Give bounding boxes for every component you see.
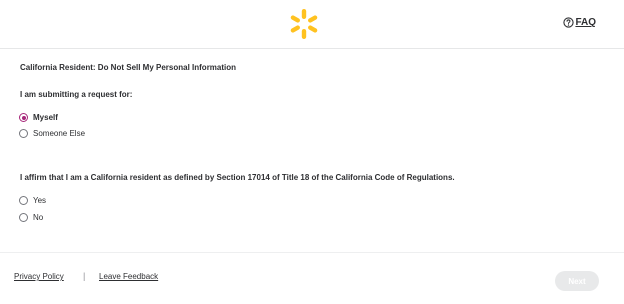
radio-button-someone-else[interactable]: [19, 129, 28, 138]
footer-separator: |: [83, 271, 86, 281]
faq-label: FAQ: [575, 17, 596, 28]
faq-link[interactable]: FAQ: [563, 17, 596, 28]
privacy-policy-link[interactable]: Privacy Policy: [14, 272, 64, 281]
radio-option-someone-else[interactable]: Someone Else: [19, 129, 85, 138]
radio-button-no[interactable]: [19, 213, 28, 222]
radio-button-yes[interactable]: [19, 196, 28, 205]
radio-button-myself[interactable]: [19, 113, 28, 122]
leave-feedback-link[interactable]: Leave Feedback: [99, 272, 158, 281]
page-title: California Resident: Do Not Sell My Pers…: [20, 63, 237, 72]
radio-option-yes[interactable]: Yes: [19, 196, 46, 205]
radio-label-no: No: [33, 213, 44, 222]
affirm-question: I affirm that I am a California resident…: [20, 173, 455, 182]
radio-label-myself: Myself: [33, 113, 58, 122]
walmart-spark-icon[interactable]: [287, 7, 321, 41]
request-question: I am submitting a request for:: [20, 90, 133, 99]
header: FAQ: [0, 0, 624, 49]
radio-label-someone-else: Someone Else: [33, 129, 86, 138]
radio-label-yes: Yes: [33, 196, 47, 205]
question-circle-icon: [563, 17, 575, 28]
radio-option-myself[interactable]: Myself: [19, 113, 58, 122]
radio-option-no[interactable]: No: [19, 213, 43, 222]
next-button[interactable]: Next: [555, 271, 599, 291]
footer-divider: [0, 252, 624, 253]
